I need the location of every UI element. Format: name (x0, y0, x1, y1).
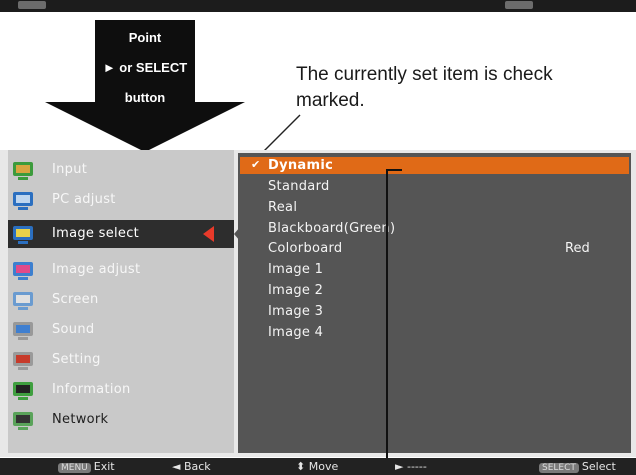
check-mark-icon: ✔ (251, 158, 261, 171)
menu-item-image-select[interactable]: Image select (8, 220, 246, 248)
option-blackboard-green[interactable]: Blackboard(Green) (268, 221, 395, 236)
menu-item-setting[interactable]: Setting (8, 346, 234, 374)
menu-item-pc-adjust[interactable]: PC adjust (8, 186, 234, 214)
arrow-text-button: button (124, 90, 166, 105)
input-icon (12, 159, 34, 181)
option-image-2[interactable]: Image 2 (268, 283, 323, 298)
callout-text: The currently set item is check marked. (296, 64, 553, 111)
menu-item-label: Screen (52, 292, 99, 307)
option-standard[interactable]: Standard (268, 179, 330, 194)
option-dynamic[interactable]: Dynamic (268, 158, 333, 173)
arrow-text-point: Point (128, 30, 162, 45)
option-image-3[interactable]: Image 3 (268, 304, 323, 319)
exit-hint[interactable]: MENU Exit (58, 460, 115, 473)
menu-item-label: Image select (52, 226, 140, 241)
setting-icon (12, 349, 34, 371)
colorboard-value[interactable]: Red (565, 241, 590, 256)
exit-label: Exit (93, 460, 115, 473)
menu-item-label: Image adjust (52, 262, 141, 277)
pointer-line-h (386, 169, 402, 171)
top-key-cap (505, 1, 533, 9)
option-colorboard[interactable]: Colorboard (268, 241, 342, 256)
information-icon (12, 379, 34, 401)
right-hint: ► ----- (395, 460, 427, 473)
instruction-arrow: Point ► or SELECT button (45, 20, 245, 160)
menu-item-network[interactable]: Network (8, 406, 234, 434)
image-adjust-icon (12, 259, 34, 281)
menu-item-sound[interactable]: Sound (8, 316, 234, 344)
menu-key-icon: MENU (58, 463, 91, 473)
menu-item-label: Setting (52, 352, 101, 367)
move-hint[interactable]: ⬍ Move (296, 460, 338, 473)
option-image-4[interactable]: Image 4 (268, 325, 323, 340)
sound-icon (12, 319, 34, 341)
key-guide-bar: MENU Exit ◄ Back ⬍ Move ► ----- SELECT Sel… (0, 458, 636, 475)
screen-icon (12, 289, 34, 311)
menu-item-screen[interactable]: Screen (8, 286, 234, 314)
option-real[interactable]: Real (268, 200, 297, 215)
menu-item-label: Network (52, 412, 109, 427)
back-hint[interactable]: ◄ Back (172, 460, 211, 473)
menu-item-label: Sound (52, 322, 95, 337)
top-key-cap (18, 1, 46, 9)
right-arrow-icon: ► (395, 460, 404, 473)
option-image-1[interactable]: Image 1 (268, 262, 323, 277)
move-label: Move (308, 460, 339, 473)
menu-item-label: Input (52, 162, 88, 177)
network-icon (12, 409, 34, 431)
pc-adjust-icon (12, 189, 34, 211)
menu-item-label: Information (52, 382, 131, 397)
selection-notch (234, 220, 246, 248)
image-select-icon (12, 223, 34, 245)
menu-item-label: PC adjust (52, 192, 116, 207)
top-bar (0, 0, 636, 12)
menu-item-image-adjust[interactable]: Image adjust (8, 256, 234, 284)
submenu-panel (238, 153, 631, 453)
dashes-label: ----- (406, 460, 427, 473)
select-hint[interactable]: SELECT Select (539, 460, 616, 473)
selection-arrow-icon (203, 226, 214, 242)
menu-item-information[interactable]: Information (8, 376, 234, 404)
menu-item-input[interactable]: Input (8, 156, 234, 184)
select-key-icon: SELECT (539, 463, 579, 473)
arrow-text-select: ► or SELECT (102, 60, 188, 75)
pointer-line (386, 169, 388, 475)
back-label: Back (183, 460, 211, 473)
select-label: Select (581, 460, 616, 473)
move-arrows-icon: ⬍ (296, 460, 306, 473)
back-arrow-icon: ◄ (172, 460, 181, 473)
